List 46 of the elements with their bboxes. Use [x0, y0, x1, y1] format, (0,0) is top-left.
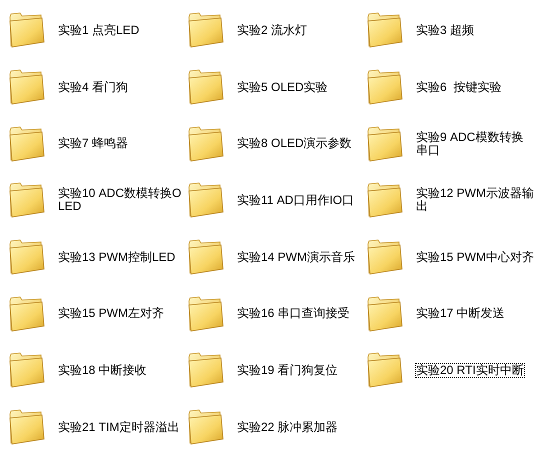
folder-icon [187, 239, 225, 276]
folder-icon [8, 12, 46, 48]
folder-label[interactable]: 实验19 看门狗复位 [237, 364, 361, 377]
folder-label[interactable]: 实验15 PWM中心对齐 [416, 250, 535, 264]
folder-icon [187, 69, 225, 106]
folder-label[interactable]: 实验20 RTI实时中断 [416, 364, 524, 377]
folder-icon [8, 296, 46, 332]
folder-icon [366, 69, 404, 106]
folder-icon [187, 126, 225, 162]
folder-label[interactable]: 实验18 中断接收 [58, 364, 182, 377]
folder-label[interactable]: 实验9 ADC模数转换串口 [416, 130, 535, 157]
folder-icon [366, 126, 404, 162]
folder-icon [8, 69, 46, 106]
folder-label[interactable]: 实验16 串口查询接受 [237, 307, 361, 320]
folder-icon [366, 352, 404, 388]
folder-label[interactable]: 实验11 AD口用作IO口 [237, 194, 361, 207]
folder-icon [187, 296, 225, 332]
folder-icon [366, 239, 404, 276]
folder-label[interactable]: 实验6 按键实验 [416, 80, 535, 94]
folder-label[interactable]: 实验5 OLED实验 [237, 80, 361, 94]
folder-label[interactable]: 实验8 OLED演示参数 [237, 137, 361, 150]
folder-label[interactable]: 实验22 脉冲累加器 [237, 420, 361, 434]
folder-label[interactable]: 实验1 点亮LED [58, 24, 182, 37]
folder-label[interactable]: 实验15 PWM左对齐 [58, 307, 182, 320]
folder-icon [366, 182, 404, 218]
folder-icon [8, 126, 46, 162]
folder-label[interactable]: 实验4 看门狗 [58, 80, 182, 94]
folder-label[interactable]: 实验12 PWM示波器输出 [416, 187, 535, 214]
folder-label[interactable]: 实验13 PWM控制LED [58, 250, 182, 264]
folder-label[interactable]: 实验3 超频 [416, 24, 535, 37]
folder-icon [366, 12, 404, 48]
folder-label[interactable]: 实验2 流水灯 [237, 24, 361, 37]
folder-label[interactable]: 实验7 蜂鸣器 [58, 137, 182, 150]
folder-icon [8, 409, 46, 446]
folder-icon [8, 239, 46, 276]
folder-icon [187, 409, 225, 446]
folder-icon [187, 352, 225, 388]
folder-label[interactable]: 实验17 中断发送 [416, 307, 535, 320]
folder-label[interactable]: 实验10 ADC数模转换OLED [58, 187, 182, 214]
folder-icon [187, 12, 225, 48]
folder-label[interactable]: 实验21 TIM定时器溢出 [58, 420, 182, 434]
folder-icon [366, 296, 404, 332]
folder-icon [8, 352, 46, 388]
folder-label[interactable]: 实验14 PWM演示音乐 [237, 250, 361, 264]
folder-icon [187, 182, 225, 218]
folder-icon [8, 182, 46, 218]
